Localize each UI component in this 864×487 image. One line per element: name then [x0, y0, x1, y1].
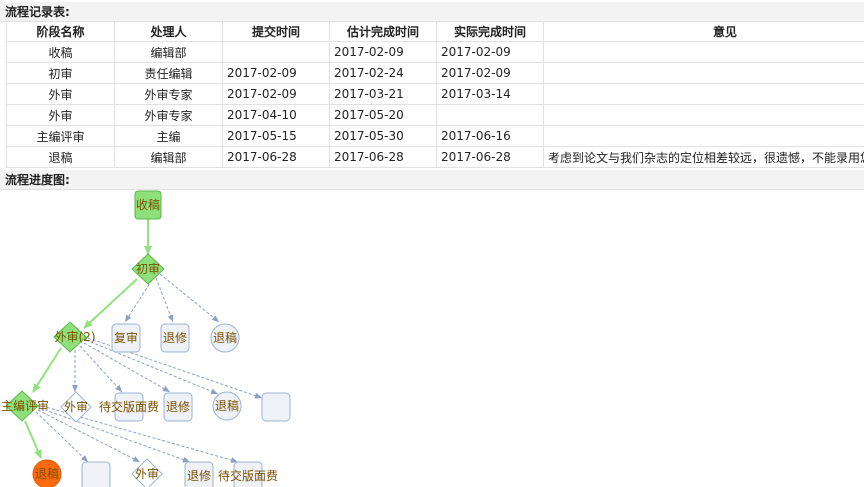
- node-label: 退稿: [35, 466, 59, 481]
- edge-first-to-revise: [155, 277, 174, 323]
- node-chief-review[interactable]: 主编评审: [1, 390, 49, 422]
- cell-stage: 外审: [6, 104, 115, 126]
- node-label: 外审(2): [55, 329, 96, 344]
- cell-stage: 收稿: [6, 41, 115, 63]
- node-reject-1[interactable]: 退稿: [210, 323, 240, 353]
- cell-stage: 退稿: [6, 146, 115, 168]
- table-row: 初审 责任编辑 2017-02-09 2017-02-24 2017-02-09: [6, 62, 864, 84]
- table-row: 退稿 编辑部 2017-06-28 2017-06-28 2017-06-28 …: [6, 146, 864, 168]
- cell-estimate: 2017-05-30: [329, 125, 437, 147]
- cell-estimate: 2017-02-24: [329, 62, 437, 84]
- node-label: 待交版面费: [99, 399, 159, 414]
- node-pending-fee-2[interactable]: 待交版面费: [218, 461, 278, 487]
- node-revise-2[interactable]: 退修: [163, 392, 193, 422]
- table-row: 外审 外审专家 2017-02-09 2017-03-21 2017-03-14: [6, 83, 864, 105]
- cell-actual: 2017-03-14: [436, 83, 544, 105]
- flow-progress-diagram: 收稿 初审 外审(2) 主编评审 退稿 复审 退修 退稿 外审 待交版面费 退修: [1, 190, 291, 487]
- cell-actual: 2017-02-09: [436, 41, 544, 63]
- cell-estimate: 2017-05-20: [329, 104, 437, 126]
- cell-opinion: 考虑到论文与我们杂志的定位相差较远，很遗憾，不能录用您的稿件: [543, 146, 864, 168]
- progress-section-title: 流程进度图:: [0, 170, 864, 190]
- node-label: 外审: [64, 399, 88, 414]
- optional-edges: [35, 273, 263, 463]
- cell-handler: 编辑部: [114, 41, 223, 63]
- cell-estimate: 2017-03-21: [329, 83, 437, 105]
- cell-actual: [436, 104, 544, 126]
- record-section-title: 流程记录表:: [0, 2, 864, 22]
- node-label: 退稿: [213, 330, 237, 345]
- record-table: 阶段名称 处理人 提交时间 估计完成时间 实际完成时间 意见 收稿 编辑部 20…: [6, 21, 864, 168]
- node-revise-1[interactable]: 退修: [160, 323, 190, 353]
- cell-stage: 外审: [6, 83, 115, 105]
- cell-handler: 编辑部: [114, 146, 223, 168]
- edge-external-to-chief: [32, 347, 62, 393]
- table-row: 外审 外审专家 2017-04-10 2017-05-20: [6, 104, 864, 126]
- col-estimated-time: 估计完成时间: [329, 21, 437, 42]
- cell-actual: 2017-06-28: [436, 146, 544, 168]
- node-label: 复审: [114, 330, 138, 345]
- node-blank-2[interactable]: [81, 461, 111, 487]
- cell-submit: 2017-04-10: [222, 104, 330, 126]
- col-handler: 处理人: [114, 21, 223, 42]
- table-header-row: 阶段名称 处理人 提交时间 估计完成时间 实际完成时间 意见: [6, 21, 864, 42]
- cell-handler: 外审专家: [114, 83, 223, 105]
- node-pending-fee-1[interactable]: 待交版面费: [99, 392, 159, 422]
- node-label: 初审: [136, 261, 160, 276]
- cell-opinion: [543, 41, 864, 63]
- node-blank-1[interactable]: [261, 392, 291, 422]
- cell-estimate: 2017-06-28: [329, 146, 437, 168]
- cell-handler: 主编: [114, 125, 223, 147]
- cell-actual: 2017-02-09: [436, 62, 544, 84]
- edge-first-to-reject: [159, 273, 220, 323]
- col-stage-name: 阶段名称: [6, 21, 115, 42]
- edge-chief-to-blank: [35, 411, 89, 463]
- node-label: 退稿: [215, 398, 239, 413]
- node-label: 主编评审: [1, 398, 49, 413]
- table-row: 主编评审 主编 2017-05-15 2017-05-30 2017-06-16: [6, 125, 864, 147]
- node-label: 退修: [187, 468, 211, 483]
- cell-stage: 主编评审: [6, 125, 115, 147]
- node-external-3[interactable]: 外审: [131, 458, 163, 487]
- cell-estimate: 2017-02-09: [329, 41, 437, 63]
- cell-handler: 责任编辑: [114, 62, 223, 84]
- col-opinion: 意见: [543, 21, 864, 42]
- cell-opinion: [543, 83, 864, 105]
- cell-opinion: [543, 62, 864, 84]
- node-external-review[interactable]: 外审(2): [53, 321, 96, 353]
- edge-ext-to-reject: [85, 339, 219, 395]
- edge-chief-to-reject: [24, 420, 42, 459]
- node-label: 退修: [163, 330, 187, 345]
- table-row: 收稿 编辑部 2017-02-09 2017-02-09: [6, 41, 864, 63]
- col-actual-time: 实际完成时间: [436, 21, 544, 42]
- node-label: 收稿: [136, 197, 160, 212]
- node-label: 待交版面费: [218, 468, 278, 483]
- node-label: 外审: [135, 466, 159, 481]
- node-reject-2[interactable]: 退稿: [212, 391, 242, 421]
- node-revise-3[interactable]: 退修: [184, 461, 214, 487]
- edge-first-to-external: [83, 278, 138, 329]
- node-label: 退修: [166, 399, 190, 414]
- node-re-review[interactable]: 复审: [111, 323, 141, 353]
- cell-actual: 2017-06-16: [436, 125, 544, 147]
- node-reject-current[interactable]: 退稿: [32, 459, 62, 487]
- node-receive[interactable]: 收稿: [134, 190, 162, 220]
- cell-opinion: [543, 104, 864, 126]
- cell-submit: 2017-02-09: [222, 62, 330, 84]
- cell-submit: 2017-06-28: [222, 146, 330, 168]
- cell-opinion: [543, 125, 864, 147]
- cell-submit: 2017-02-09: [222, 83, 330, 105]
- cell-submit: 2017-05-15: [222, 125, 330, 147]
- edge-ext-to-fee: [79, 345, 123, 393]
- col-submit-time: 提交时间: [222, 21, 330, 42]
- cell-submit: [222, 41, 330, 63]
- cell-handler: 外审专家: [114, 104, 223, 126]
- cell-stage: 初审: [6, 62, 115, 84]
